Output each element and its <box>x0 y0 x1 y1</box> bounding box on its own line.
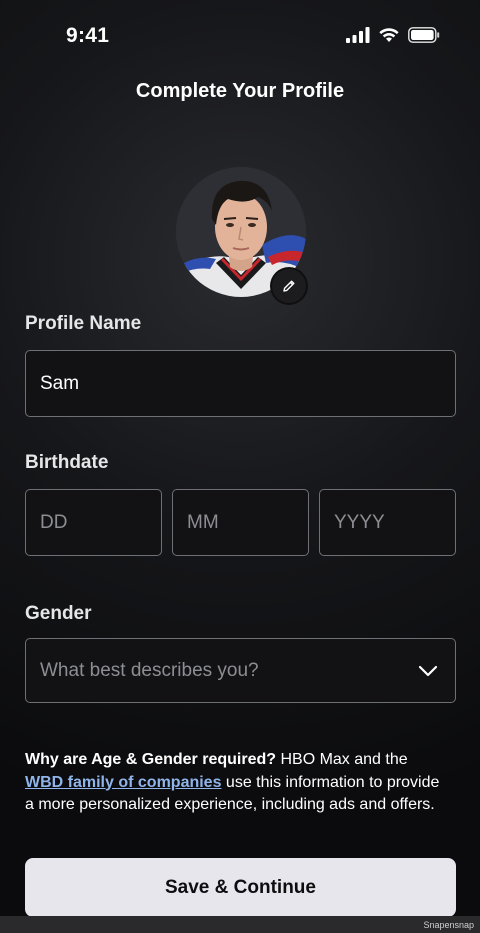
birthdate-month-input[interactable]: MM <box>172 489 309 556</box>
chevron-down-icon <box>418 665 438 676</box>
avatar-container[interactable] <box>176 167 306 303</box>
gender-label: Gender <box>25 603 92 624</box>
page-title: Complete Your Profile <box>135 80 345 102</box>
info-question: Why are Age & Gender required? <box>25 751 277 768</box>
profile-name-input[interactable]: Sam <box>25 350 456 417</box>
birthdate-year-input[interactable]: YYYY <box>319 489 456 556</box>
wbd-family-link[interactable]: WBD family of companies <box>25 774 221 791</box>
gender-placeholder: What best describes you? <box>40 659 259 681</box>
birthdate-day-placeholder: DD <box>40 511 68 533</box>
status-bar: 9:41 <box>0 0 480 70</box>
bottom-strip <box>0 916 480 933</box>
pencil-icon <box>283 280 295 292</box>
info-text-1: HBO Max and the <box>276 751 408 768</box>
age-gender-info: Why are Age & Gender required? HBO Max a… <box>25 749 445 817</box>
status-time: 9:41 <box>66 24 110 47</box>
wifi-icon <box>379 28 399 42</box>
status-icons <box>346 27 440 43</box>
birthdate-month-placeholder: MM <box>187 511 219 533</box>
edit-avatar-button[interactable] <box>272 269 306 303</box>
battery-icon <box>408 27 440 43</box>
birthdate-day-input[interactable]: DD <box>25 489 162 556</box>
cellular-signal-icon <box>346 27 370 43</box>
birthdate-label: Birthdate <box>25 452 109 473</box>
profile-name-label: Profile Name <box>25 313 142 334</box>
save-continue-button[interactable]: Save & Continue <box>25 858 456 917</box>
profile-name-value: Sam <box>40 372 80 394</box>
watermark: Snapensnap <box>423 920 474 930</box>
birthdate-year-placeholder: YYYY <box>334 511 385 533</box>
gender-select[interactable]: What best describes you? <box>25 638 456 703</box>
